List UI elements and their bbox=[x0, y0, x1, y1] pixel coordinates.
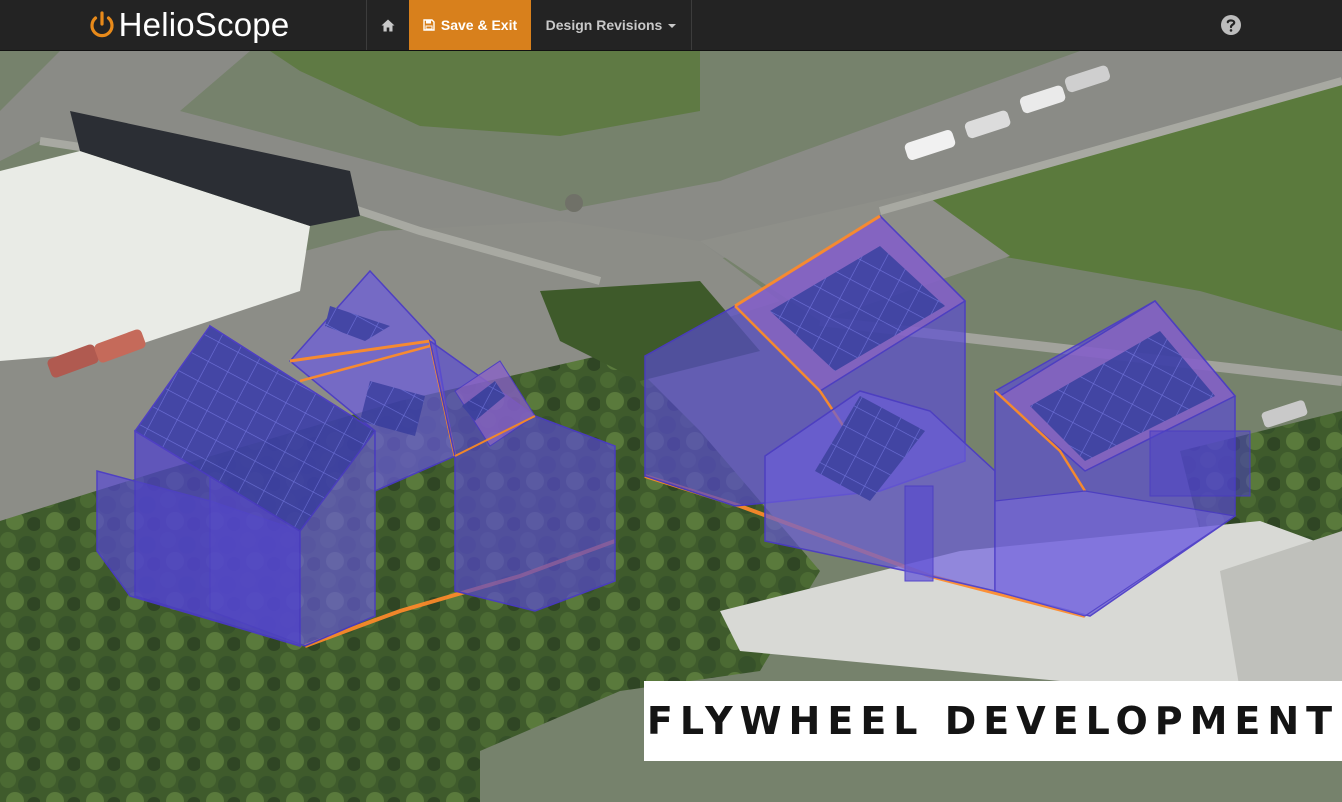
flywheel-banner: FLYWHEEL DEVELOPMENT bbox=[644, 681, 1342, 761]
home-button[interactable] bbox=[367, 0, 409, 50]
helioscope-logo[interactable]: HelioScope bbox=[0, 0, 366, 50]
brand-name: HelioScope bbox=[118, 6, 290, 43]
save-exit-button[interactable]: Save & Exit bbox=[409, 0, 531, 50]
caret-down-icon bbox=[668, 24, 677, 28]
volume-face bbox=[1149, 430, 1251, 497]
power-icon bbox=[90, 11, 114, 38]
design-revisions-dropdown[interactable]: Design Revisions bbox=[531, 0, 691, 50]
home-icon bbox=[381, 19, 395, 31]
top-navbar: HelioScope Save & Exit Design Revisions bbox=[0, 0, 1342, 51]
chimney-volume bbox=[904, 485, 934, 582]
manhole bbox=[565, 194, 583, 212]
question-circle-icon[interactable] bbox=[1219, 13, 1243, 37]
banner-text: FLYWHEEL DEVELOPMENT bbox=[646, 699, 1340, 743]
save-exit-label: Save & Exit bbox=[440, 17, 518, 33]
floppy-disk-icon bbox=[423, 19, 435, 31]
design-revisions-label: Design Revisions bbox=[545, 17, 663, 33]
nav-divider bbox=[691, 0, 692, 50]
